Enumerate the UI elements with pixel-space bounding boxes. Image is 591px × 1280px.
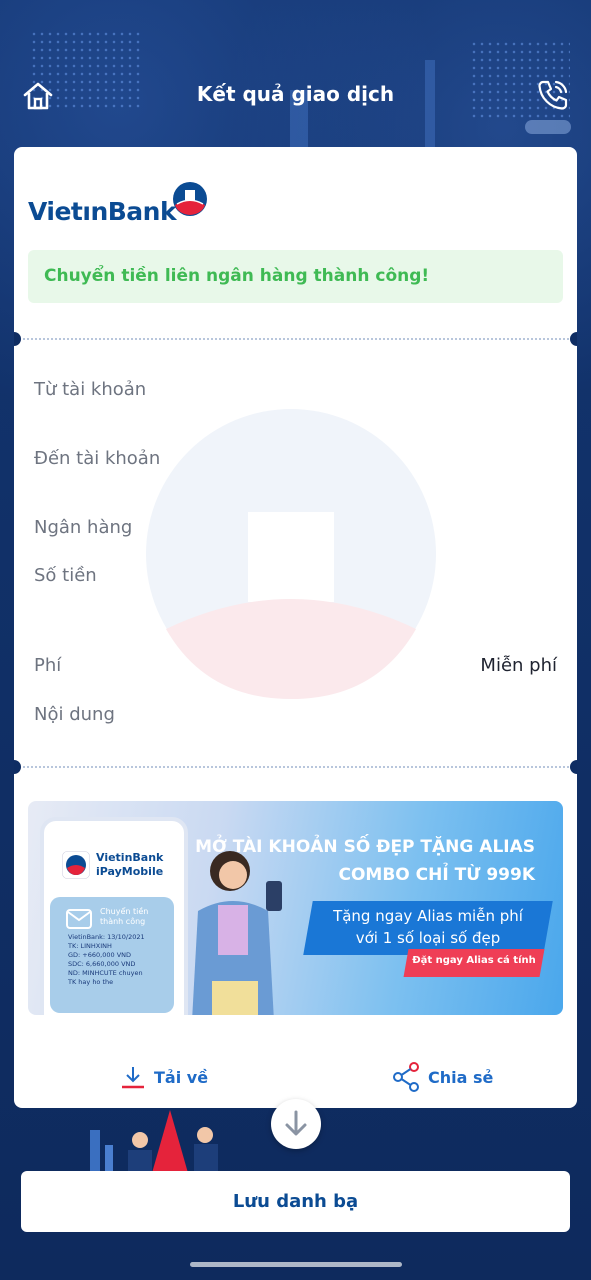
promo-banner[interactable]: VietinBank iPayMobile ♥ Chuyển tiền thàn…	[28, 801, 563, 1015]
background-illustration	[90, 1110, 218, 1180]
promo-text: Tặng ngay Alias miễn phí với 1 số loại s…	[308, 905, 548, 949]
banner-headline-line: MỞ TÀI KHOẢN SỐ ĐẸP TẶNG ALIAS	[195, 837, 535, 857]
promo-line: Tặng ngay Alias miễn phí	[333, 907, 523, 925]
vietinbank-logo-icon	[173, 182, 207, 216]
success-message: Chuyển tiền liên ngân hàng thành công!	[44, 266, 430, 286]
bank-label: Ngân hàng	[34, 517, 133, 538]
download-icon	[122, 1067, 144, 1089]
share-button[interactable]: Chia sẻ	[392, 1062, 493, 1092]
vietinbank-app-icon	[62, 851, 90, 879]
call-button[interactable]	[534, 76, 572, 114]
background-cloud	[525, 120, 571, 134]
home-indicator	[190, 1262, 402, 1267]
receipt-lines: VietinBank: 13/10/2021 TK: LINHXINH GD: …	[68, 933, 145, 986]
perforation-notch	[14, 760, 21, 774]
mail-icon	[66, 909, 92, 929]
cta-label: Đặt ngay Alias cá tính	[412, 955, 536, 966]
fee-value: Miễn phí	[480, 655, 557, 676]
phone-icon	[538, 80, 568, 110]
brand-name: VietınBank	[28, 197, 177, 226]
amount-label: Số tiền	[34, 565, 97, 586]
perforation-divider	[14, 766, 577, 768]
banner-headline: MỞ TÀI KHOẢN SỐ ĐẸP TẶNG ALIAS COMBO CHỈ…	[195, 833, 535, 889]
receipt-card: VietınBank Chuyển tiền liên ngân hàng th…	[14, 147, 577, 1108]
content-label: Nội dung	[34, 704, 115, 725]
arrow-down-icon	[285, 1110, 307, 1136]
save-contact-button[interactable]: Lưu danh bạ	[21, 1171, 570, 1232]
success-message-box: Chuyển tiền liên ngân hàng thành công!	[28, 250, 563, 303]
perforation-notch	[570, 332, 577, 346]
download-label: Tải về	[154, 1067, 209, 1087]
download-button[interactable]: Tải về	[120, 1062, 208, 1092]
from-account-label: Từ tài khoản	[34, 379, 147, 400]
receipt-notification: Chuyển tiền thành công VietinBank: 13/10…	[50, 897, 174, 1013]
share-label: Chia sẻ	[428, 1067, 494, 1087]
vietinbank-watermark-icon	[146, 409, 436, 699]
banner-headline-line: COMBO CHỈ TỪ 999K	[338, 865, 536, 885]
promo-line: với 1 số loại số đẹp	[355, 929, 501, 947]
scroll-down-button[interactable]	[271, 1099, 321, 1149]
header: Kết quả giao dịch	[0, 70, 591, 120]
perforation-notch	[570, 760, 577, 774]
perforation-notch	[14, 332, 21, 346]
receipt-title: Chuyển tiền thành công	[100, 907, 149, 926]
to-account-label: Đến tài khoản	[34, 448, 161, 469]
fee-label: Phí	[34, 655, 62, 676]
perforation-divider	[14, 338, 577, 340]
share-icon	[393, 1062, 419, 1092]
page-title: Kết quả giao dịch	[196, 82, 395, 106]
